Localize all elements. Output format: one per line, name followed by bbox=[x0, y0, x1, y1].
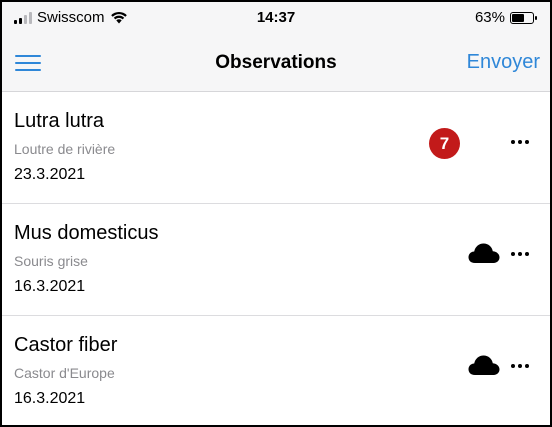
common-name: Castor d'Europe bbox=[14, 365, 115, 381]
observation-date: 16.3.2021 bbox=[14, 278, 86, 295]
more-options-icon[interactable] bbox=[511, 252, 529, 256]
cloud-icon bbox=[468, 355, 500, 375]
more-options-icon[interactable] bbox=[511, 140, 529, 144]
battery-fill bbox=[512, 13, 524, 22]
observation-row[interactable]: Mus domesticus Souris grise 16.3.2021 bbox=[2, 204, 550, 316]
scientific-name: Lutra lutra bbox=[14, 110, 105, 132]
cloud-icon bbox=[468, 243, 500, 263]
clock: 14:37 bbox=[256, 9, 296, 26]
observation-date: 16.3.2021 bbox=[14, 390, 86, 407]
common-name: Loutre de rivière bbox=[14, 141, 116, 157]
more-options-icon[interactable] bbox=[511, 364, 529, 368]
status-right: 63% bbox=[474, 9, 537, 26]
battery-icon bbox=[510, 11, 537, 24]
common-name: Souris grise bbox=[14, 253, 88, 269]
observation-row[interactable]: Lutra lutra Loutre de rivière 23.3.2021 … bbox=[2, 92, 550, 204]
observation-list: Lutra lutra Loutre de rivière 23.3.2021 … bbox=[2, 92, 550, 425]
navigation-bar: Observations Envoyer bbox=[2, 36, 550, 92]
send-button[interactable]: Envoyer bbox=[467, 51, 540, 74]
scientific-name: Castor fiber bbox=[14, 334, 118, 356]
app-screen: Swisscom 14:37 63% Observations Envoyer bbox=[0, 0, 552, 427]
observation-date: 23.3.2021 bbox=[14, 166, 86, 183]
battery-percent: 63% bbox=[474, 9, 505, 26]
observation-row[interactable]: Castor fiber Castor d'Europe 16.3.2021 bbox=[2, 316, 550, 425]
count-badge: 7 bbox=[429, 128, 460, 159]
status-bar: Swisscom 14:37 63% bbox=[2, 2, 550, 36]
scientific-name: Mus domesticus bbox=[14, 222, 159, 244]
